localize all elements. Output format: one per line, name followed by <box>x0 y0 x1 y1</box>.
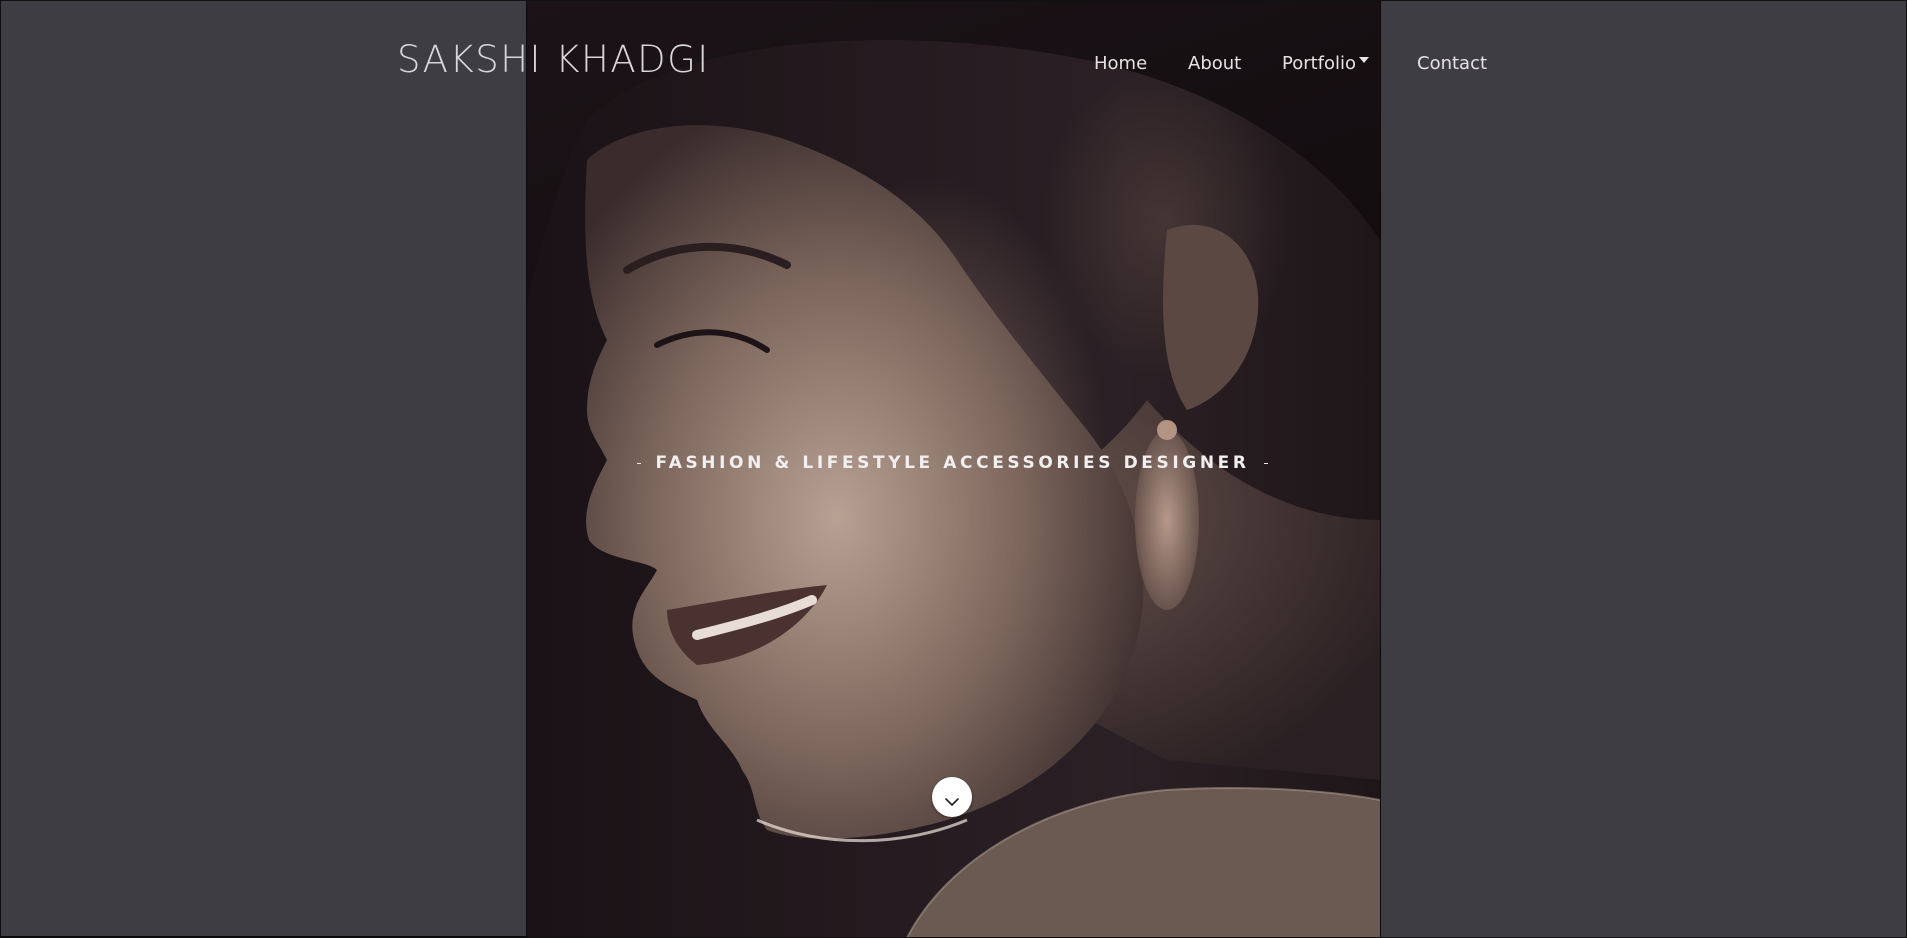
hero-tagline: FASHION & LIFESTYLE ACCESSORIES DESIGNER <box>637 453 1268 473</box>
tagline-right-rule <box>1263 462 1268 464</box>
caret-down-icon <box>1359 57 1370 63</box>
nav-dropdown-portfolio[interactable]: Portfolio <box>1282 50 1370 76</box>
nav-link-about-label: About <box>1188 52 1242 74</box>
tagline-left-rule <box>637 462 642 464</box>
nav-link-about[interactable]: About <box>1188 50 1241 76</box>
nav-link-home-label: Home <box>1094 52 1148 74</box>
chevron-down-icon <box>945 797 959 806</box>
nav-link-portfolio-label: Portfolio <box>1282 52 1357 74</box>
page: SAKSHI KHADGI Home About Portfolio Conta… <box>0 0 1907 938</box>
nav-link-contact-label: Contact <box>1417 52 1488 74</box>
tagline-text: FASHION & LIFESTYLE ACCESSORIES DESIGNER <box>655 453 1250 473</box>
site-logo[interactable]: SAKSHI KHADGI <box>397 38 710 81</box>
scroll-down-button[interactable] <box>932 777 972 817</box>
nav-link-contact[interactable]: Contact <box>1417 50 1487 76</box>
nav-link-home[interactable]: Home <box>1094 50 1147 76</box>
